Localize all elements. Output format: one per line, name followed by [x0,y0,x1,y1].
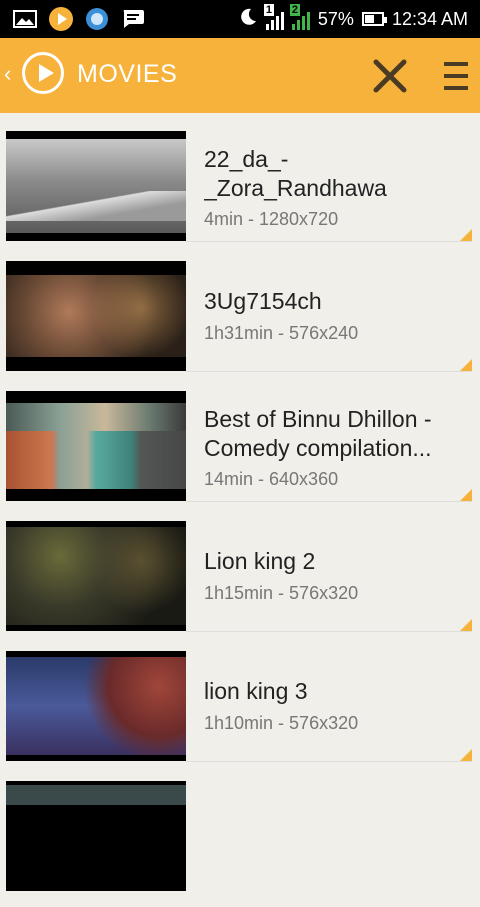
clock: 12:34 AM [391,8,468,29]
video-title: Lion king 2 [204,548,316,574]
app-logo-icon[interactable] [22,52,64,94]
video-title-line2: Comedy compilation... [204,435,432,461]
app-bar: ‹ MOVIES [0,38,480,113]
divider [186,761,472,762]
page-title: MOVIES [77,60,178,88]
signal-sim2-icon: 2 [289,4,310,30]
close-icon [373,59,407,93]
video-list: 22_da_-_Zora_Randhawa 4min - 1280x720 3U… [0,127,480,907]
signal-sim1-icon: 1 [263,4,284,30]
divider [186,371,472,372]
video-thumbnail [6,131,186,241]
more-corner-icon[interactable] [460,229,472,241]
browser-icon [84,6,110,32]
video-title: Best of Binnu Dhillon - Comedy compilati… [204,405,470,463]
divider [186,241,472,242]
video-meta: 14min - 640x360 [204,469,339,489]
divider [186,501,472,502]
close-button[interactable] [370,56,410,96]
video-meta: 4min - 1280x720 [204,209,339,229]
battery-percent: 57% [317,8,354,29]
divider [186,631,472,632]
menu-button[interactable] [440,56,474,96]
message-icon [120,6,146,32]
list-item[interactable]: 3Ug7154ch 1h31min - 576x240 [0,257,480,387]
video-meta: 1h10min - 576x320 [204,713,359,733]
menu-icon [444,62,468,90]
play-app-icon [48,6,74,32]
battery-icon [361,12,387,26]
list-item[interactable]: Lion king 2 1h15min - 576x320 [0,517,480,647]
more-corner-icon[interactable] [460,359,472,371]
video-title-line1: Best of Binnu Dhillon - [204,406,432,432]
video-thumbnail [6,521,186,631]
status-bar: 1 2 57% 12:34 AM [0,0,480,38]
more-corner-icon[interactable] [460,749,472,761]
video-thumbnail [6,781,186,891]
moon-icon [238,7,258,32]
more-corner-icon[interactable] [460,619,472,631]
video-meta: 1h15min - 576x320 [204,583,359,603]
video-title: 22_da_-_Zora_Randhawa [204,146,387,201]
video-meta: 1h31min - 576x240 [204,323,359,343]
more-corner-icon[interactable] [460,489,472,501]
sim2-label: 2 [289,4,301,16]
list-item-partial[interactable] [0,777,480,907]
video-thumbnail [6,651,186,761]
list-item[interactable]: lion king 3 1h10min - 576x320 [0,647,480,777]
sim1-label: 1 [263,4,275,16]
video-thumbnail [6,261,186,371]
video-title: 3Ug7154ch [204,288,322,314]
video-thumbnail [6,391,186,501]
list-item[interactable]: 22_da_-_Zora_Randhawa 4min - 1280x720 [0,127,480,257]
gallery-icon [12,6,38,32]
list-item[interactable]: Best of Binnu Dhillon - Comedy compilati… [0,387,480,517]
back-chevron-icon[interactable]: ‹ [4,62,11,86]
video-title: lion king 3 [204,678,308,704]
